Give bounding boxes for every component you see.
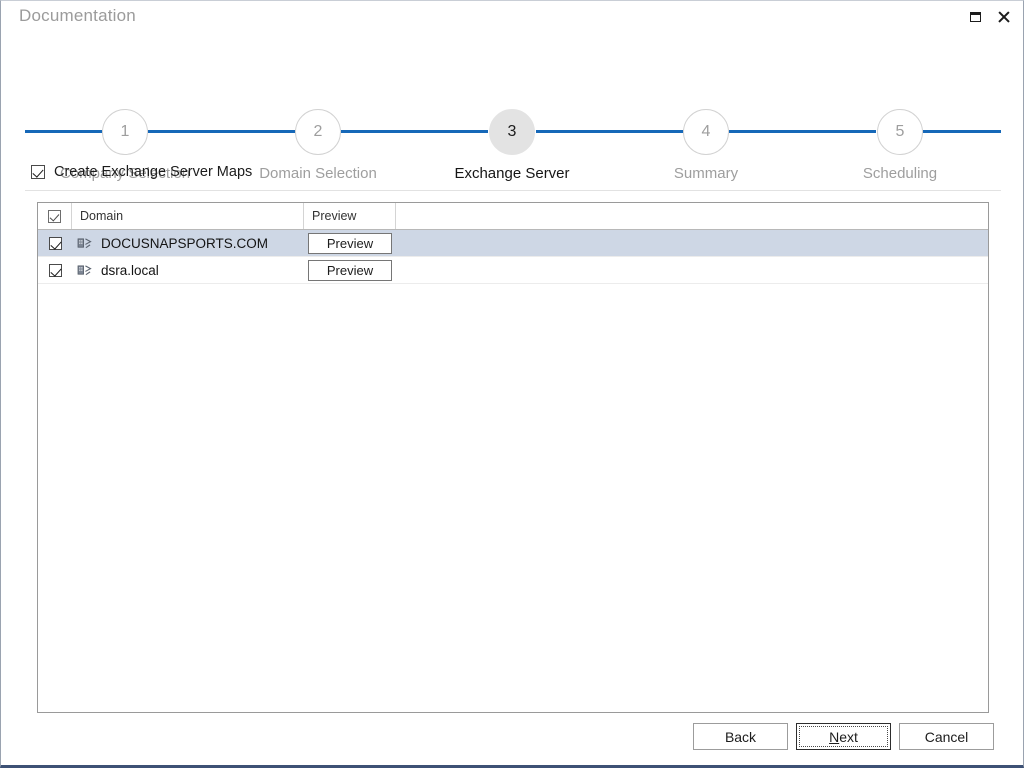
- row-filler: [396, 230, 988, 256]
- maximize-button[interactable]: [961, 4, 989, 30]
- row-filler: [396, 257, 988, 283]
- back-button[interactable]: Back: [693, 723, 788, 750]
- row-select-checkbox[interactable]: [48, 263, 62, 277]
- row-preview-cell: Preview: [304, 230, 396, 256]
- row-select-checkbox[interactable]: [48, 236, 62, 250]
- step-label-2: Domain Selection: [259, 165, 377, 182]
- maximize-icon: [969, 12, 981, 22]
- step-connector-4: [729, 130, 876, 133]
- select-all-checkbox[interactable]: [48, 209, 61, 223]
- window-title: Documentation: [19, 6, 136, 25]
- grid-header-row: Domain Preview: [38, 203, 988, 230]
- step-summary[interactable]: 4 Summary: [674, 109, 738, 182]
- close-button[interactable]: [989, 4, 1017, 30]
- step-number-5: 5: [877, 109, 923, 155]
- row-preview-cell: Preview: [304, 257, 396, 283]
- next-button[interactable]: Next: [796, 723, 891, 750]
- table-row[interactable]: dsra.local Preview: [38, 257, 988, 284]
- create-exchange-server-maps-checkbox[interactable]: [31, 165, 45, 179]
- row-checkbox-cell[interactable]: [38, 257, 72, 283]
- step-connector-1: [148, 130, 295, 133]
- step-number-4: 4: [683, 109, 729, 155]
- documentation-wizard-window: Documentation 1 Company Selection 2 Doma…: [0, 0, 1024, 768]
- step-domain-selection[interactable]: 2 Domain Selection: [259, 109, 377, 182]
- step-exchange-server[interactable]: 3 Exchange Server: [454, 109, 570, 182]
- step-number-3: 3: [489, 109, 535, 155]
- cancel-button[interactable]: Cancel: [899, 723, 994, 750]
- grid-header-filler: [396, 203, 988, 229]
- domain-icon: [77, 237, 92, 248]
- table-row[interactable]: DOCUSNAPSPORTS.COM Preview: [38, 230, 988, 257]
- step-connector-3: [536, 130, 683, 133]
- step-connector-0: [25, 130, 102, 133]
- grid-header-preview[interactable]: Preview: [304, 203, 396, 229]
- domain-grid: Domain Preview DOCUSNAPSPORTS.COM Previe…: [37, 202, 989, 713]
- section-divider: [25, 190, 1001, 191]
- row-domain-name: DOCUSNAPSPORTS.COM: [101, 235, 269, 251]
- create-exchange-server-maps-label: Create Exchange Server Maps: [54, 164, 253, 180]
- step-number-2: 2: [295, 109, 341, 155]
- create-exchange-server-maps-row[interactable]: Create Exchange Server Maps: [31, 164, 252, 180]
- row-domain-name: dsra.local: [101, 262, 159, 278]
- preview-button[interactable]: Preview: [308, 259, 392, 281]
- step-label-3: Exchange Server: [454, 165, 570, 182]
- step-label-5: Scheduling: [862, 165, 938, 182]
- step-connector-2: [341, 130, 488, 133]
- preview-button[interactable]: Preview: [308, 232, 392, 254]
- step-label-4: Summary: [673, 165, 739, 182]
- row-icon-cell: [72, 230, 96, 256]
- wizard-footer: Back Next Cancel: [1, 723, 1024, 763]
- close-icon: [997, 11, 1010, 24]
- domain-icon: [77, 264, 92, 275]
- step-company-selection[interactable]: 1 Company Selection: [60, 109, 190, 182]
- step-number-1: 1: [102, 109, 148, 155]
- step-connector-5: [923, 130, 1001, 133]
- row-checkbox-cell[interactable]: [38, 230, 72, 256]
- grid-header-select-all[interactable]: [38, 203, 72, 229]
- wizard-stepper: 1 Company Selection 2 Domain Selection 3…: [1, 47, 1024, 182]
- title-bar: Documentation: [1, 1, 1023, 35]
- row-icon-cell: [72, 257, 96, 283]
- step-scheduling[interactable]: 5 Scheduling: [863, 109, 937, 182]
- next-label-rest: ext: [839, 728, 858, 745]
- grid-header-domain[interactable]: Domain: [72, 203, 304, 229]
- next-accel-char: N: [829, 728, 840, 745]
